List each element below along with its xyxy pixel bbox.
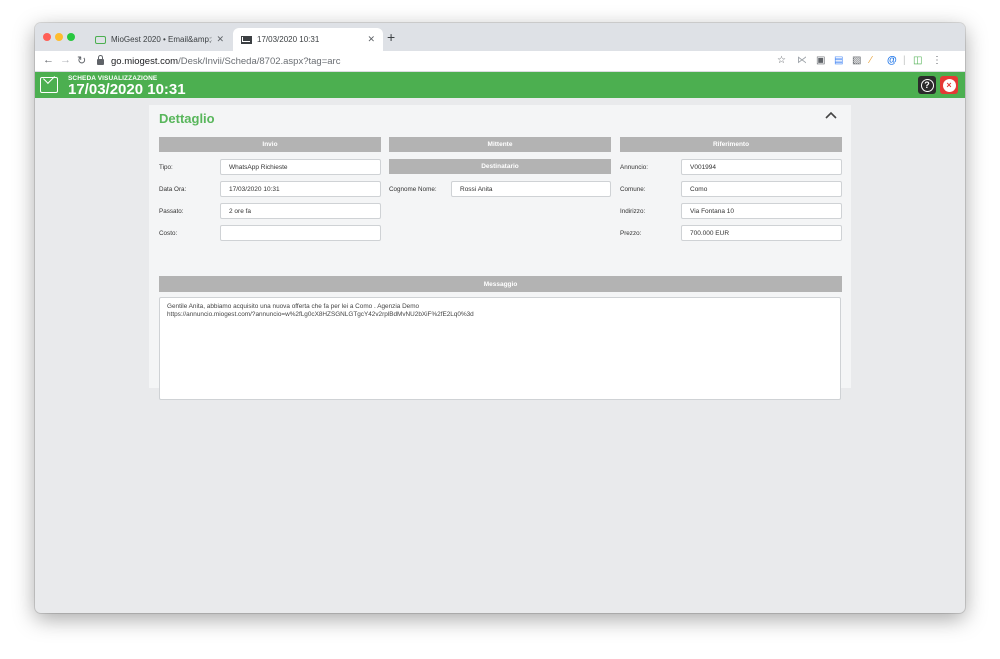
browser-toolbar: ← → ↻ go.miogest.com/Desk/Invii/Scheda/8… [35,51,965,72]
costo-label: Costo: [159,230,178,237]
window-minimize-dot[interactable] [55,33,63,41]
tab-label: 17/03/2020 10:31 [257,35,320,44]
data-ora-label: Data Ora: [159,186,187,193]
extension-icon[interactable]: ⋉ [797,55,807,66]
message-body: Gentile Anita, abbiamo acquisito una nuo… [159,297,841,400]
extension-icon[interactable]: ▧ [852,55,861,66]
address-bar[interactable]: go.miogest.com/Desk/Invii/Scheda/8702.as… [93,53,793,70]
translate-icon[interactable]: ▤ [834,55,843,66]
comune-label: Comune: [620,186,646,193]
page-title: 17/03/2020 10:31 [68,81,186,98]
extension-icon[interactable]: ▣ [816,55,825,66]
lock-icon [97,54,104,65]
message-line: Gentile Anita, abbiamo acquisito una nuo… [167,303,420,310]
invio-header: Invio [159,137,381,152]
close-icon: × [942,78,956,92]
browser-window: MioGest 2020 • Email&amp;Sms ✕ 17/03/202… [35,23,965,613]
url-host: go.miogest.com [111,56,179,67]
data-ora-field: 17/03/2020 10:31 [220,181,381,197]
window-close-dot[interactable] [43,33,51,41]
passato-field: 2 ore fa [220,203,381,219]
url-path: /Desk/Invii/Scheda/8702.aspx?tag=arc [178,56,341,67]
tab-strip: MioGest 2020 • Email&amp;Sms ✕ 17/03/202… [35,23,965,51]
tab-close-icon[interactable]: ✕ [367,34,375,45]
extension-icon[interactable]: ⁄ [870,55,872,66]
tab-miogest-email[interactable]: MioGest 2020 • Email&amp;Sms ✕ [87,28,232,51]
comune-field: Como [681,181,842,197]
help-icon: ? [920,78,934,92]
miogest-favicon-icon [95,35,106,44]
close-button[interactable]: × [940,76,958,94]
prezzo-label: Prezzo: [620,230,642,237]
section-title: Dettaglio [159,111,215,126]
passato-label: Passato: [159,208,184,215]
menu-dots-icon[interactable]: ⋮ [932,55,942,66]
back-arrow-icon[interactable]: ← [43,54,54,66]
tab-close-icon[interactable]: ✕ [216,34,224,45]
at-sign-icon[interactable]: @ [887,55,897,66]
cognome-nome-label: Cognome Nome: [389,186,437,193]
mittente-header: Mittente [389,137,611,152]
cognome-nome-field: Rossi Anita [451,181,611,197]
messaggio-header: Messaggio [159,276,842,292]
miogest-extension-icon[interactable]: ◫ [913,55,922,66]
help-button[interactable]: ? [918,76,936,94]
tab-label: MioGest 2020 • Email&amp;Sms [111,35,212,44]
indirizzo-label: Indirizzo: [620,208,646,215]
window-zoom-dot[interactable] [67,33,75,41]
toolbar-divider: | [903,55,906,66]
destinatario-header: Destinatario [389,159,611,174]
indirizzo-field: Via Fontana 10 [681,203,842,219]
envelope-favicon-icon [241,35,252,44]
bookmark-star-icon[interactable]: ☆ [777,55,786,66]
envelope-icon [40,77,58,93]
message-link[interactable]: https://annuncio.miogest.com/?annuncio=w… [167,311,833,319]
new-tab-button[interactable]: + [387,29,395,45]
app-header: SCHEDA VISUALIZZAZIONE 17/03/2020 10:31 … [35,72,965,98]
chevron-up-icon[interactable] [825,111,837,119]
annuncio-label: Annuncio: [620,164,649,171]
annuncio-field: V001994 [681,159,842,175]
tab-scheda[interactable]: 17/03/2020 10:31 ✕ [233,28,383,51]
tipo-field: WhatsApp Richieste [220,159,381,175]
detail-panel: Dettaglio Invio Tipo: WhatsApp Richieste… [149,105,851,400]
prezzo-field: 700.000 EUR [681,225,842,241]
costo-field [220,225,381,241]
riferimento-header: Riferimento [620,137,842,152]
tipo-label: Tipo: [159,164,173,171]
reload-icon[interactable]: ↻ [77,54,86,67]
forward-arrow-icon[interactable]: → [60,54,71,66]
